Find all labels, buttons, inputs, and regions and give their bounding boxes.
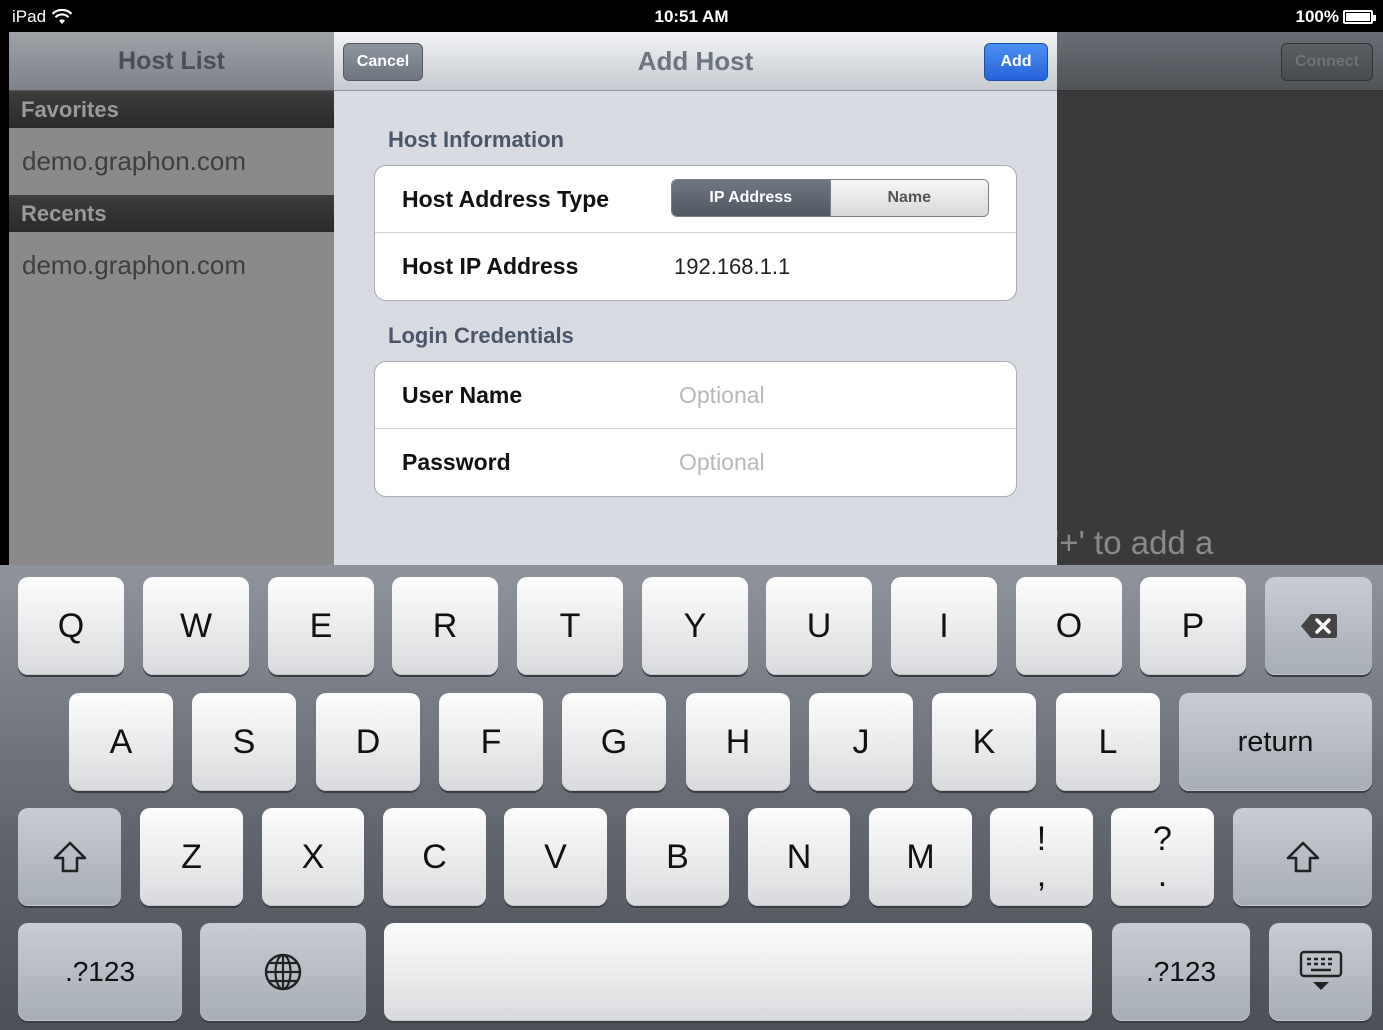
- status-bar: iPad 10:51 AM 100%: [0, 0, 1383, 32]
- key-m[interactable]: M: [869, 808, 972, 906]
- numbers-key-right[interactable]: .?123: [1112, 923, 1250, 1021]
- host-ip-address-field[interactable]: 192.168.1.1: [674, 233, 790, 300]
- host-list-item[interactable]: demo.graphon.com: [9, 232, 334, 299]
- user-name-label: User Name: [402, 382, 523, 408]
- key-r[interactable]: R: [392, 577, 498, 675]
- key-question-label: ?: [1153, 820, 1172, 858]
- user-name-field[interactable]: Optional: [679, 362, 765, 429]
- cancel-button[interactable]: Cancel: [343, 43, 423, 81]
- key-t[interactable]: T: [517, 577, 623, 675]
- key-n[interactable]: N: [748, 808, 850, 906]
- section-header-recents: Recents: [9, 195, 334, 232]
- key-q[interactable]: Q: [18, 577, 124, 675]
- keyboard-dismiss-icon: [1299, 950, 1342, 990]
- key-i[interactable]: I: [891, 577, 997, 675]
- key-d[interactable]: D: [316, 693, 420, 791]
- key-w[interactable]: W: [143, 577, 249, 675]
- host-ip-address-row[interactable]: Host IP Address 192.168.1.1: [375, 233, 1016, 300]
- login-credentials-header: Login Credentials: [388, 323, 574, 348]
- host-information-header: Host Information: [388, 127, 564, 152]
- key-b[interactable]: B: [626, 808, 729, 906]
- key-exclamation-comma[interactable]: ! ,: [990, 808, 1093, 906]
- key-v[interactable]: V: [504, 808, 607, 906]
- return-key[interactable]: return: [1179, 693, 1372, 791]
- key-question-period[interactable]: ? .: [1111, 808, 1214, 906]
- modal-navbar: Cancel Add Host Add: [334, 32, 1057, 91]
- key-period-label: .: [1157, 856, 1168, 894]
- backspace-icon: [1300, 614, 1337, 638]
- shift-icon: [1286, 841, 1319, 873]
- on-screen-keyboard: Q W E R T Y U I O P A S D F G H J K L re…: [0, 565, 1383, 1030]
- password-row[interactable]: Password Optional: [375, 429, 1016, 496]
- shift-key-left[interactable]: [18, 808, 121, 906]
- host-list-panel: Host List Favorites demo.graphon.com Rec…: [9, 32, 334, 565]
- key-h[interactable]: H: [686, 693, 790, 791]
- globe-icon: [264, 953, 302, 991]
- empty-hint: '+' to add a: [1057, 524, 1214, 561]
- segment-name[interactable]: Name: [829, 180, 988, 216]
- key-u[interactable]: U: [766, 577, 872, 675]
- battery: 100%: [1295, 7, 1376, 27]
- key-s[interactable]: S: [192, 693, 296, 791]
- modal-title: Add Host: [637, 45, 754, 76]
- segment-ip-address[interactable]: IP Address: [672, 180, 830, 216]
- backspace-key[interactable]: [1265, 577, 1372, 675]
- detail-panel: Connect '+' to add a: [1057, 32, 1383, 565]
- key-l[interactable]: L: [1056, 693, 1160, 791]
- key-y[interactable]: Y: [642, 577, 748, 675]
- host-list-navbar: Host List: [9, 32, 334, 91]
- space-bar[interactable]: [384, 923, 1092, 1021]
- address-type-segmented-control: IP Address Name: [671, 179, 989, 217]
- key-e[interactable]: E: [268, 577, 374, 675]
- battery-icon: [1343, 10, 1376, 24]
- login-credentials-group: User Name Optional Password Optional: [374, 361, 1017, 497]
- host-list-item[interactable]: demo.graphon.com: [9, 128, 334, 195]
- status-time: 10:51 AM: [654, 7, 729, 26]
- host-information-group: Host Address Type IP Address Name Host I…: [374, 165, 1017, 301]
- host-address-type-label: Host Address Type: [402, 186, 610, 212]
- add-host-modal: Cancel Add Host Add Host Information Hos…: [334, 32, 1057, 565]
- key-k[interactable]: K: [932, 693, 1036, 791]
- dismiss-keyboard-key[interactable]: [1269, 923, 1372, 1021]
- detail-navbar: Connect: [1057, 32, 1383, 91]
- key-c[interactable]: C: [383, 808, 486, 906]
- host-address-type-row: Host Address Type IP Address Name: [375, 166, 1016, 233]
- shift-icon: [53, 841, 86, 873]
- key-exclamation-label: !: [1036, 820, 1047, 858]
- host-ip-address-label: Host IP Address: [402, 253, 579, 279]
- key-p[interactable]: P: [1140, 577, 1246, 675]
- add-button[interactable]: Add: [984, 43, 1048, 81]
- host-list-title: Host List: [118, 46, 225, 75]
- key-j[interactable]: J: [809, 693, 913, 791]
- key-g[interactable]: G: [562, 693, 666, 791]
- connect-button[interactable]: Connect: [1281, 43, 1373, 81]
- numbers-key-left[interactable]: .?123: [18, 923, 182, 1021]
- user-name-row[interactable]: User Name Optional: [375, 362, 1016, 429]
- key-a[interactable]: A: [69, 693, 173, 791]
- password-label: Password: [402, 449, 511, 475]
- section-header-favorites: Favorites: [9, 91, 334, 128]
- battery-percent: 100%: [1295, 7, 1339, 26]
- key-z[interactable]: Z: [140, 808, 243, 906]
- shift-key-right[interactable]: [1233, 808, 1372, 906]
- globe-key[interactable]: [200, 923, 366, 1021]
- key-x[interactable]: X: [262, 808, 364, 906]
- key-o[interactable]: O: [1016, 577, 1122, 675]
- key-comma-label: ,: [1036, 856, 1047, 894]
- key-f[interactable]: F: [439, 693, 543, 791]
- password-field[interactable]: Optional: [679, 429, 765, 496]
